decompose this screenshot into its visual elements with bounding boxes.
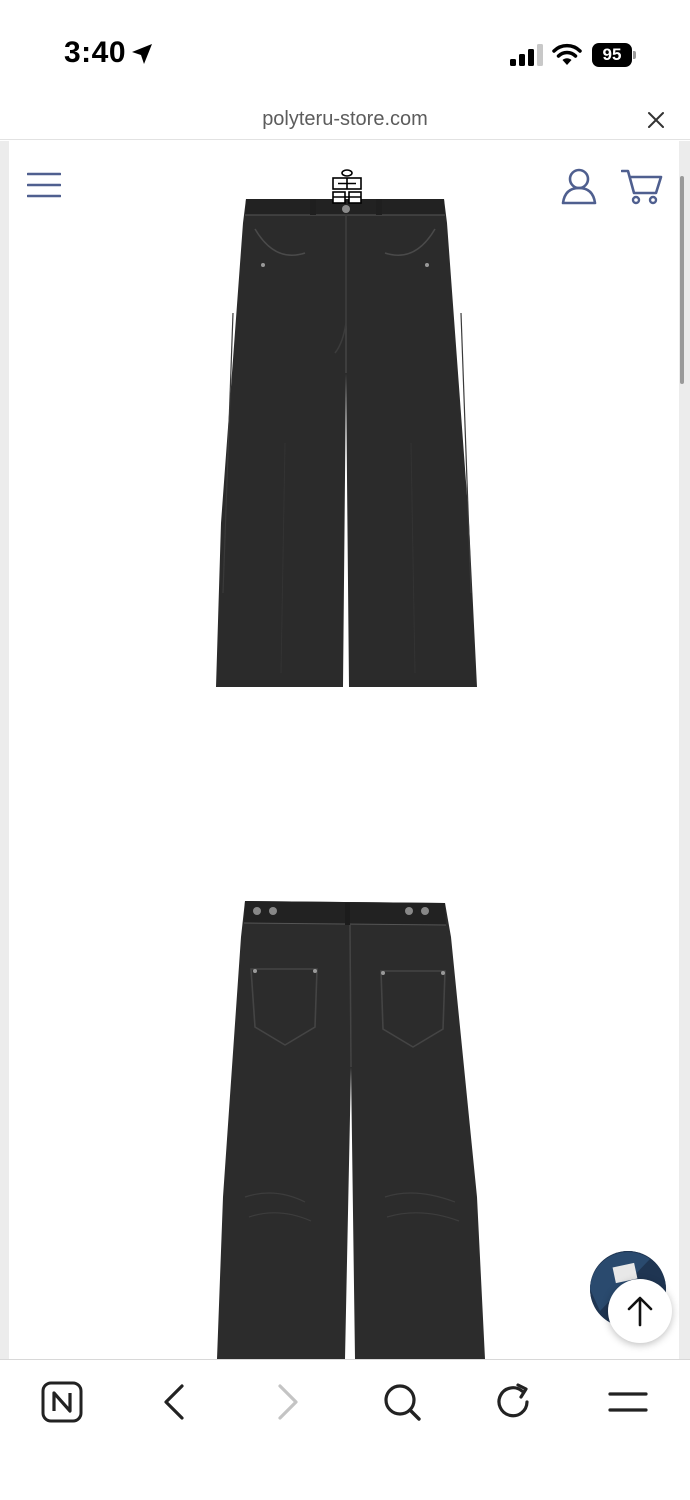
arrow-up-icon	[627, 1296, 653, 1327]
scroll-to-top-button[interactable]	[608, 1279, 672, 1343]
location-arrow-icon	[132, 44, 152, 64]
close-icon[interactable]	[646, 110, 666, 130]
wifi-icon	[552, 43, 582, 65]
cart-icon[interactable]	[621, 167, 663, 205]
reload-icon[interactable]	[492, 1380, 536, 1424]
webview	[0, 141, 690, 1359]
status-time: 3:40	[64, 36, 127, 69]
menu-icon[interactable]	[606, 1380, 650, 1424]
forward-icon[interactable]	[266, 1380, 310, 1424]
naver-icon[interactable]	[40, 1380, 84, 1424]
signal-icon	[510, 44, 543, 66]
browser-toolbar	[0, 1359, 690, 1500]
jeans-front-image[interactable]	[215, 193, 481, 689]
jeans-back-image[interactable]	[215, 897, 485, 1359]
battery-level: 95	[592, 43, 632, 67]
scrollbar[interactable]	[680, 176, 684, 384]
status-bar: 3:40 95	[0, 0, 690, 100]
search-icon[interactable]	[380, 1380, 424, 1424]
store-logo[interactable]	[331, 169, 363, 205]
url-text[interactable]: polyteru-store.com	[0, 108, 690, 131]
battery-icon: 95	[592, 43, 636, 67]
back-icon[interactable]	[152, 1380, 196, 1424]
product-page	[9, 141, 679, 1359]
hamburger-menu-icon[interactable]	[27, 171, 61, 199]
account-icon[interactable]	[561, 167, 597, 205]
url-bar[interactable]: polyteru-store.com	[0, 100, 690, 140]
